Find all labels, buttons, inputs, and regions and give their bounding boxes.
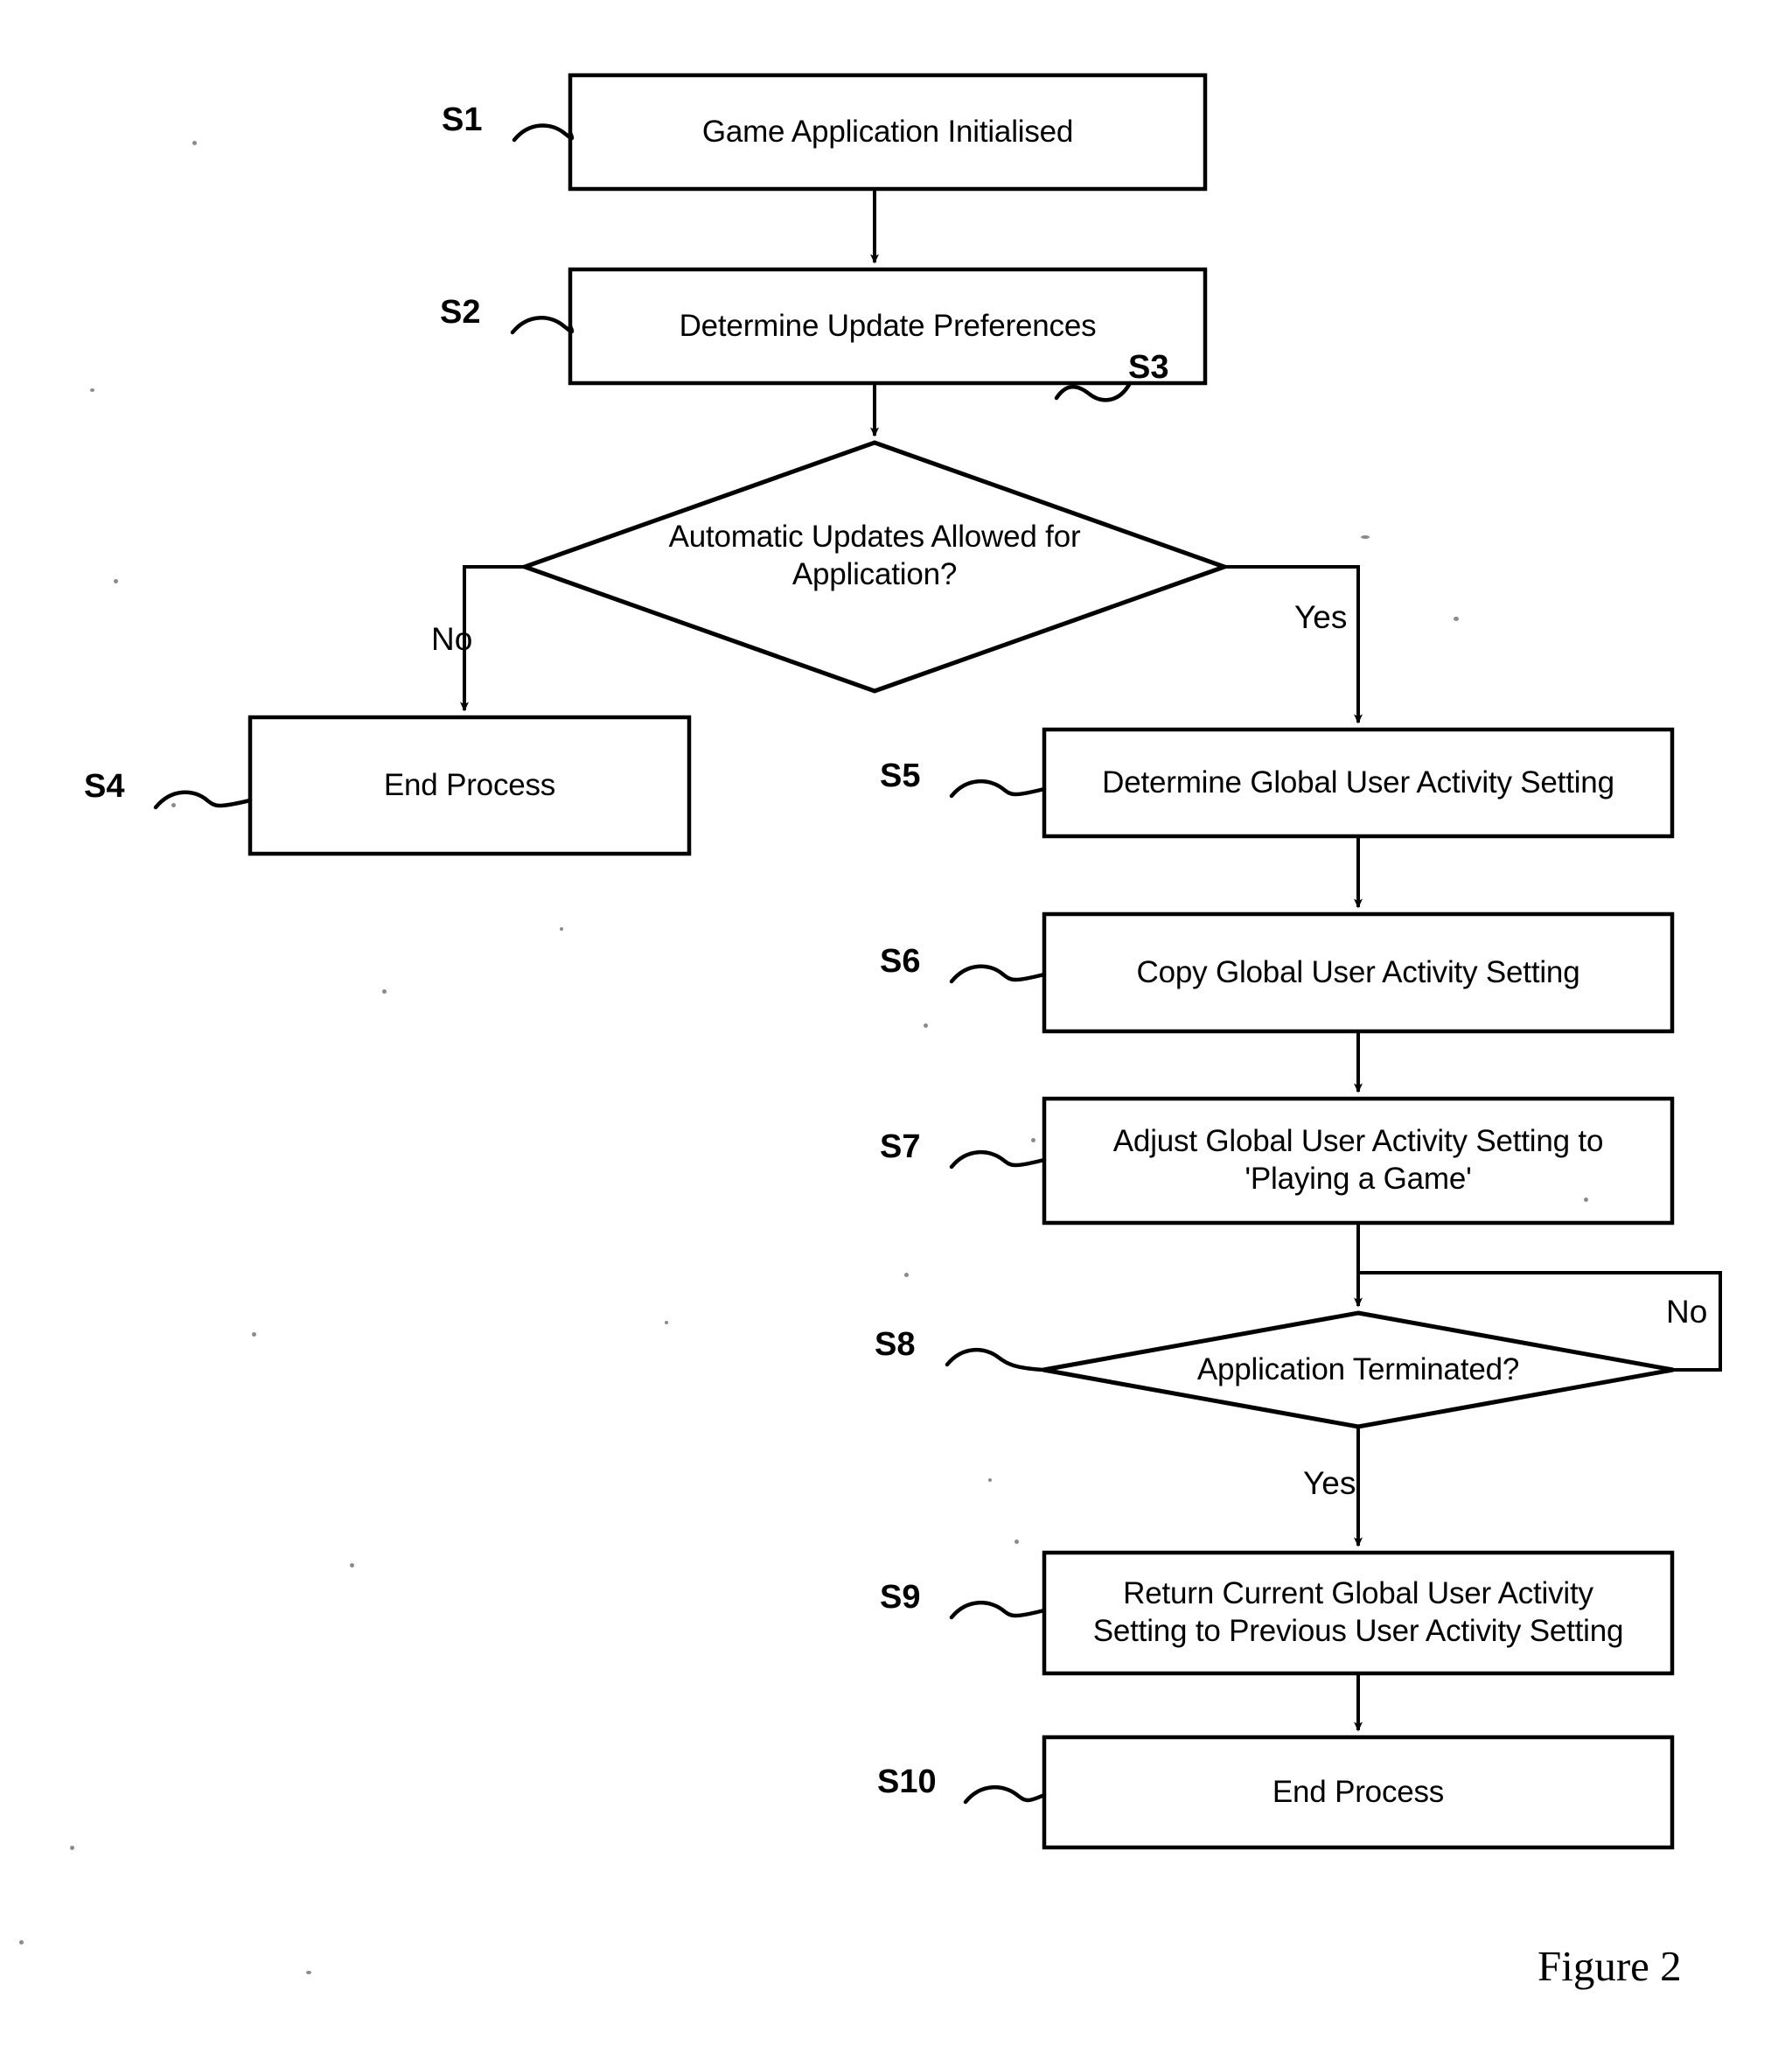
scan-speck xyxy=(350,1563,354,1568)
node-shape-s2 xyxy=(568,267,1208,386)
node-shape-s4 xyxy=(248,715,692,856)
step-tag-s10: S10 xyxy=(877,1763,937,1800)
edge-label-s3-yes: Yes xyxy=(1294,599,1348,635)
scan-speck xyxy=(560,927,563,931)
scan-speck xyxy=(924,1023,928,1028)
figure-caption: Figure 2 xyxy=(1537,1942,1682,1990)
node-shape-s10 xyxy=(1042,1735,1675,1850)
step-tag-s6: S6 xyxy=(880,943,921,980)
leader-line-s10 xyxy=(963,1784,1047,1805)
scan-speck xyxy=(1454,617,1459,621)
connector-s3-yes-to-s5 xyxy=(1224,565,1363,724)
scan-speck xyxy=(252,1332,256,1337)
step-tag-s4: S4 xyxy=(84,768,125,805)
scan-speck xyxy=(114,579,118,583)
node-shape-s6 xyxy=(1042,911,1675,1034)
leader-line-s2 xyxy=(510,316,575,335)
scan-speck xyxy=(306,1971,311,1974)
figure-page: Game Application Initialised Determine U… xyxy=(0,0,1792,2053)
leader-line-s4 xyxy=(153,790,253,810)
scan-speck xyxy=(382,989,387,994)
step-tag-s9: S9 xyxy=(880,1579,921,1616)
scan-speck xyxy=(988,1478,992,1482)
scan-speck xyxy=(904,1273,909,1277)
node-shape-s3 xyxy=(518,440,1231,694)
scan-speck xyxy=(171,803,176,807)
leader-line-s5 xyxy=(949,779,1047,799)
leader-line-s7 xyxy=(949,1149,1047,1170)
scan-speck xyxy=(1015,1540,1019,1544)
scan-speck xyxy=(1361,535,1370,539)
step-tag-s3: S3 xyxy=(1128,349,1169,386)
edge-label-s8-no: No xyxy=(1666,1294,1708,1330)
step-tag-s2: S2 xyxy=(440,294,481,331)
leader-line-s8 xyxy=(945,1347,1046,1372)
node-shape-s8 xyxy=(1042,1310,1674,1429)
connector-s3-no-to-s4 xyxy=(460,565,525,712)
scan-speck xyxy=(90,388,94,392)
scan-speck xyxy=(1584,1198,1588,1202)
edge-label-s8-yes: Yes xyxy=(1303,1465,1356,1501)
leader-line-s9 xyxy=(949,1600,1047,1620)
leader-line-s3 xyxy=(1054,381,1133,402)
scan-speck xyxy=(19,1940,24,1945)
node-shape-s1 xyxy=(568,73,1208,192)
edge-label-s3-no: No xyxy=(431,621,473,657)
step-tag-s7: S7 xyxy=(880,1128,921,1165)
node-shape-s7 xyxy=(1042,1096,1675,1226)
scan-speck xyxy=(192,141,197,145)
scan-speck xyxy=(1031,1138,1035,1142)
step-tag-s1: S1 xyxy=(442,101,483,138)
leader-line-s1 xyxy=(512,123,575,143)
flowchart-canvas xyxy=(153,73,1722,1850)
step-tag-s8: S8 xyxy=(875,1326,916,1363)
scan-speck xyxy=(70,1846,74,1850)
node-shape-s5 xyxy=(1042,727,1675,839)
node-shape-s9 xyxy=(1042,1550,1675,1676)
leader-line-s6 xyxy=(949,964,1047,984)
step-tag-s5: S5 xyxy=(880,758,921,794)
scan-speck xyxy=(665,1321,668,1324)
